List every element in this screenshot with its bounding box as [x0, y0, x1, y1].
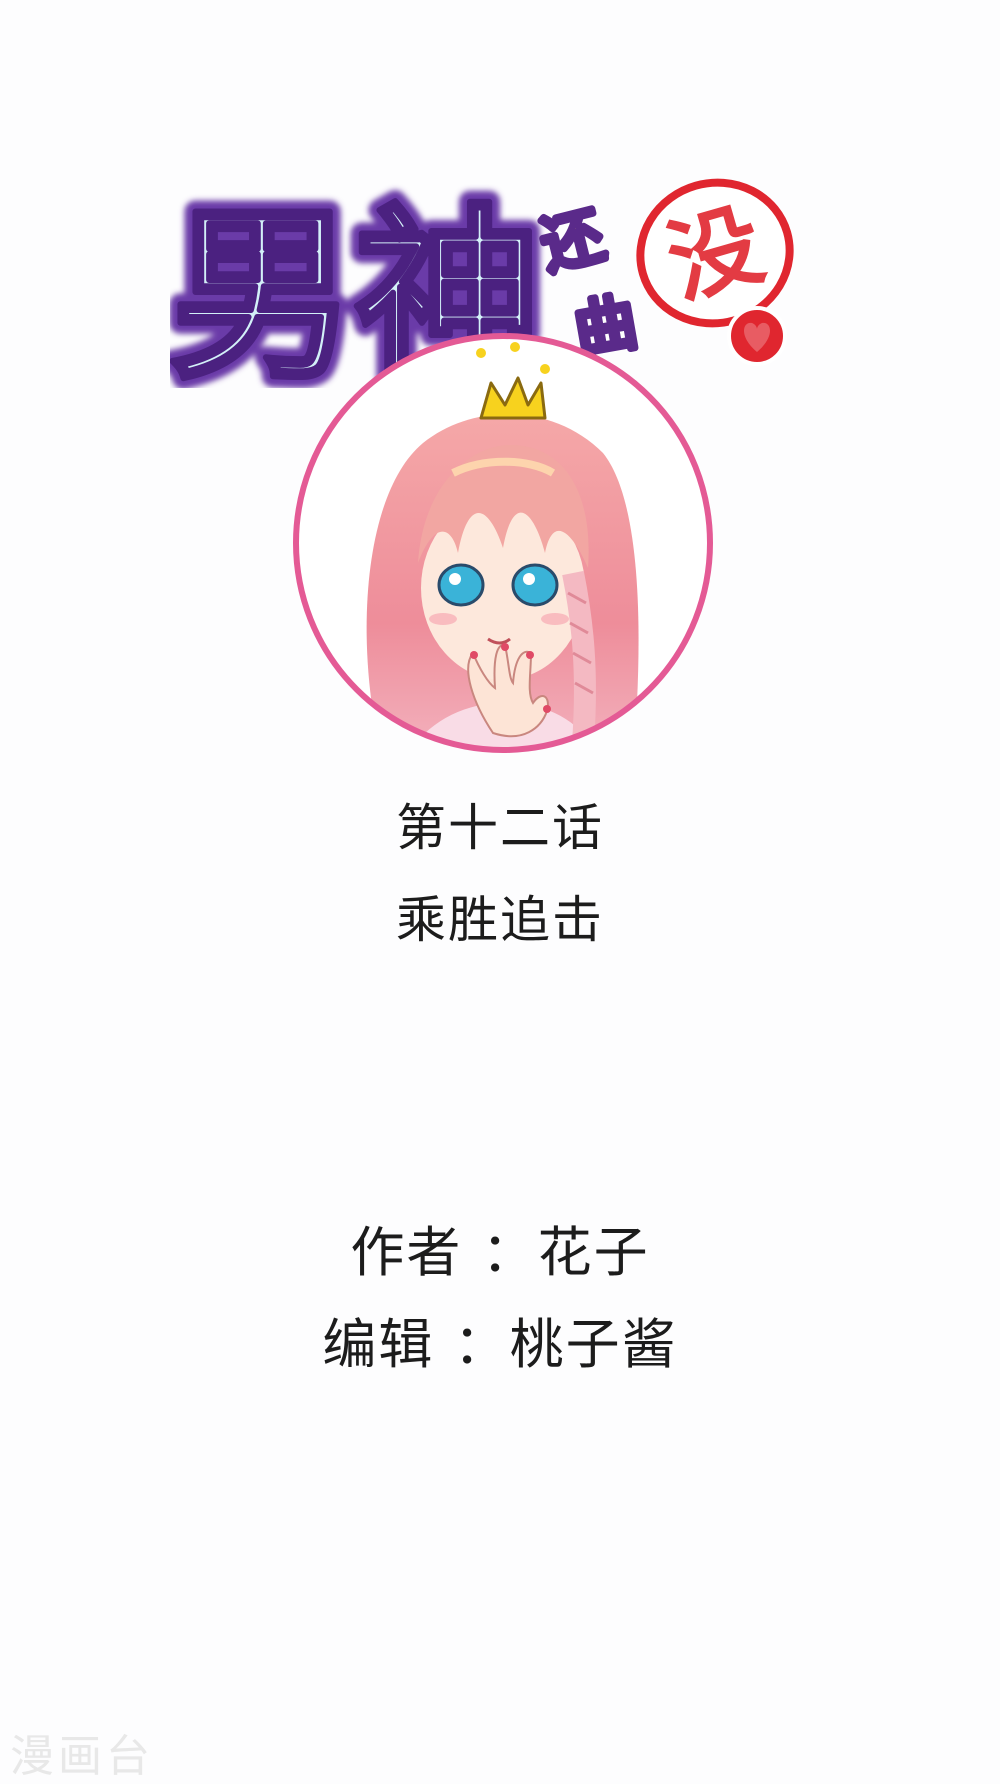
chapter-number: 第十二话 — [396, 799, 604, 857]
chapter-title: 乘胜追击 — [396, 891, 604, 949]
character-portrait — [293, 333, 713, 753]
right-eye — [511, 563, 559, 607]
watermark: 漫画台 — [10, 1731, 154, 1782]
heart-icon — [727, 306, 787, 366]
seal-stamp: 没 — [636, 178, 794, 328]
editor-credit: 编辑 ：桃子酱 — [322, 1313, 678, 1376]
author-credit: 作者 ：花子 — [350, 1221, 650, 1284]
left-eye — [437, 563, 485, 607]
logo-title-small-1: 还 — [534, 198, 612, 284]
